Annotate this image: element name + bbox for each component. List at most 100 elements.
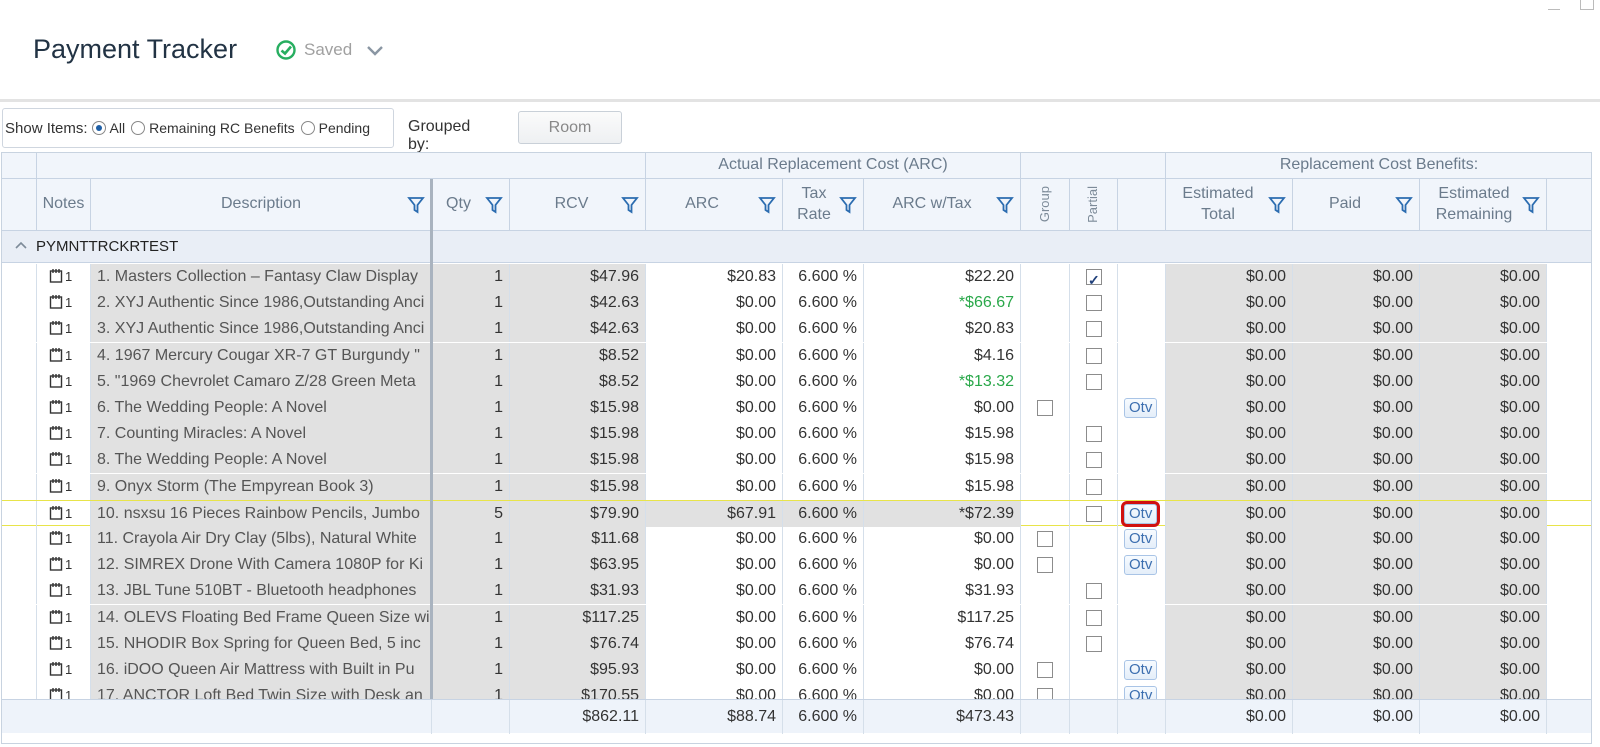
group-checkbox[interactable]	[1037, 400, 1053, 416]
minimize-icon[interactable]	[1548, 2, 1560, 10]
col-partial[interactable]: Partial	[1070, 179, 1118, 231]
otv-button[interactable]: Otv	[1124, 555, 1158, 576]
group-checkbox[interactable]	[1037, 662, 1053, 678]
radio-all[interactable]: All	[91, 120, 125, 136]
notes-cell[interactable]: 1	[37, 552, 91, 579]
group-row[interactable]: PYMNTTRCKRTEST	[2, 231, 1591, 263]
filter-icon[interactable]	[621, 196, 639, 214]
filter-icon[interactable]	[1395, 196, 1413, 214]
radio-all-circle[interactable]	[91, 121, 106, 135]
table-row[interactable]: 1 4. 1967 Mercury Cougar XR-7 GT Burgundy…	[2, 342, 1591, 369]
row-handle[interactable]	[2, 500, 37, 527]
otv-button[interactable]: Otv	[1124, 398, 1158, 418]
otv-button[interactable]: Otv	[1124, 660, 1158, 680]
notes-cell[interactable]: 1	[37, 447, 91, 474]
partial-checkbox[interactable]	[1086, 583, 1102, 600]
otv-button[interactable]: Otv	[1124, 529, 1158, 549]
notes-cell[interactable]: 1	[37, 421, 91, 448]
notes-cell[interactable]: 1	[37, 526, 91, 552]
notes-cell[interactable]: 1	[37, 657, 91, 683]
notes-cell[interactable]: 1	[37, 500, 91, 527]
row-handle[interactable]	[2, 264, 37, 290]
notes-cell[interactable]: 1	[37, 368, 91, 395]
table-row[interactable]: 1 7. Counting Miracles: A Novel 1 $15.98 $0.…	[2, 421, 1591, 448]
partial-checkbox[interactable]	[1086, 295, 1102, 312]
col-arc-w-tax[interactable]: ARC w/Tax	[864, 179, 1021, 231]
notes-cell[interactable]: 1	[37, 290, 91, 317]
table-row[interactable]: 1 10. nsxsu 16 Pieces Rainbow Pencils, Ju…	[2, 499, 1591, 527]
notes-icon[interactable]	[49, 425, 65, 441]
radio-remaining-circle[interactable]	[131, 121, 146, 135]
col-notes[interactable]: Notes	[37, 179, 91, 231]
row-handle[interactable]	[2, 630, 37, 657]
table-row[interactable]: 1 5. "1969 Chevrolet Camaro Z/28 Green Me…	[2, 368, 1591, 395]
grouped-by-button[interactable]: Room	[518, 111, 622, 144]
notes-icon[interactable]	[49, 268, 65, 284]
row-handle[interactable]	[2, 421, 37, 448]
partial-checkbox[interactable]	[1086, 347, 1102, 364]
notes-cell[interactable]: 1	[37, 604, 91, 631]
filter-icon[interactable]	[485, 196, 503, 214]
row-handle[interactable]	[2, 473, 37, 500]
notes-icon[interactable]	[49, 478, 65, 494]
table-row[interactable]: 1 8. The Wedding People: A Novel 1 $15.98 $0…	[2, 447, 1591, 474]
notes-icon[interactable]	[49, 451, 65, 467]
filter-icon[interactable]	[996, 196, 1014, 214]
table-row[interactable]: 1 6. The Wedding People: A Novel 1 $15.98 $0…	[2, 395, 1591, 421]
table-row[interactable]: 1 14. OLEVS Floating Bed Frame Queen Size…	[2, 604, 1591, 631]
partial-checkbox[interactable]	[1086, 267, 1102, 290]
table-row[interactable]: 1 2. XYJ Authentic Since 1986,Outstanding…	[2, 290, 1591, 317]
group-checkbox[interactable]	[1037, 557, 1053, 574]
row-handle[interactable]	[2, 342, 37, 369]
row-handle[interactable]	[2, 316, 37, 343]
col-qty[interactable]: Qty	[432, 179, 510, 231]
notes-icon[interactable]	[49, 505, 65, 521]
filter-icon[interactable]	[839, 196, 857, 214]
notes-cell[interactable]: 1	[37, 630, 91, 657]
partial-checkbox[interactable]	[1086, 609, 1102, 626]
notes-icon[interactable]	[49, 635, 65, 651]
filter-icon[interactable]	[758, 196, 776, 214]
notes-icon[interactable]	[49, 609, 65, 625]
partial-checkbox[interactable]	[1086, 635, 1102, 652]
row-handle[interactable]	[2, 526, 37, 552]
notes-cell[interactable]: 1	[37, 473, 91, 500]
partial-checkbox[interactable]	[1086, 452, 1102, 469]
notes-icon[interactable]	[49, 661, 65, 677]
col-group[interactable]: Group	[1021, 179, 1070, 231]
col-arc[interactable]: ARC	[646, 179, 783, 231]
notes-icon[interactable]	[49, 582, 65, 598]
notes-icon[interactable]	[49, 347, 65, 363]
filter-icon[interactable]	[1522, 196, 1540, 214]
row-handle[interactable]	[2, 395, 37, 421]
notes-icon[interactable]	[49, 294, 65, 310]
table-row[interactable]: 1 15. NHODIR Box Spring for Queen Bed, 5 …	[2, 630, 1591, 657]
notes-cell[interactable]: 1	[37, 316, 91, 343]
partial-checkbox[interactable]	[1086, 478, 1102, 495]
filter-icon[interactable]	[407, 196, 425, 214]
notes-icon[interactable]	[49, 399, 65, 415]
row-handle[interactable]	[2, 290, 37, 317]
row-handle[interactable]	[2, 578, 37, 605]
notes-cell[interactable]: 1	[37, 578, 91, 605]
otv-button[interactable]: Otv	[1120, 500, 1161, 527]
table-row[interactable]: 1 16. iDOO Queen Air Mattress with Built …	[2, 657, 1591, 683]
table-row[interactable]: 1 13. JBL Tune 510BT - Bluetooth headphon…	[2, 578, 1591, 605]
radio-pending-label[interactable]: Pending	[319, 120, 370, 136]
radio-remaining-label[interactable]: Remaining RC Benefits	[149, 120, 295, 136]
table-row[interactable]: 1 3. XYJ Authentic Since 1986,Outstanding…	[2, 316, 1591, 343]
col-paid[interactable]: Paid	[1293, 179, 1420, 231]
chevron-down-icon[interactable]	[366, 44, 384, 58]
collapse-caret-icon[interactable]	[14, 240, 28, 250]
radio-pending[interactable]: Pending	[300, 120, 370, 136]
notes-icon[interactable]	[49, 373, 65, 389]
group-checkbox[interactable]	[1037, 531, 1053, 547]
notes-cell[interactable]: 1	[37, 264, 91, 290]
row-handle[interactable]	[2, 368, 37, 395]
partial-checkbox[interactable]	[1086, 505, 1102, 522]
filter-icon[interactable]	[1268, 196, 1286, 214]
table-row[interactable]: 1 1. Masters Collection – Fantasy Claw Di…	[2, 264, 1591, 290]
col-tax-rate[interactable]: Tax Rate	[783, 179, 864, 231]
partial-checkbox[interactable]	[1086, 373, 1102, 390]
partial-checkbox[interactable]	[1086, 426, 1102, 443]
